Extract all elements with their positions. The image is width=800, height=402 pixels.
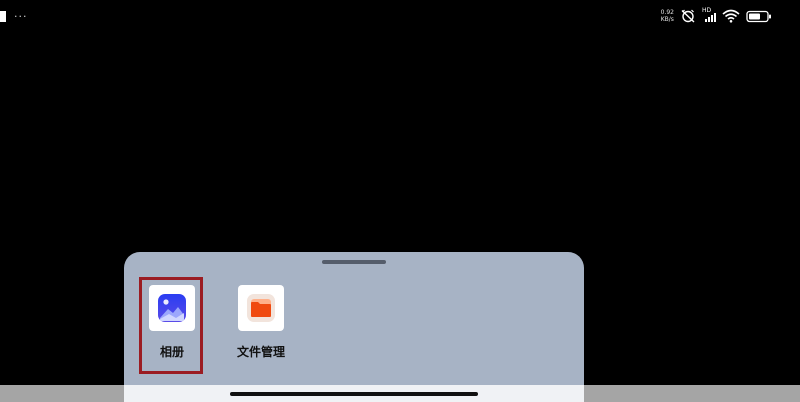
cellular-signal-icon: HD xyxy=(702,7,716,23)
network-speed: 0.92 KB/s xyxy=(661,9,674,23)
wifi-icon xyxy=(722,9,740,23)
network-speed-value: 0.92 xyxy=(660,9,674,16)
status-indicator-square xyxy=(0,11,6,22)
screen: ··· 0.92 KB/s HD 相册 文件管理 xyxy=(0,0,800,402)
status-bar-right: 0.92 KB/s HD xyxy=(661,7,772,23)
home-gesture-bar[interactable] xyxy=(230,392,478,396)
folder-icon xyxy=(246,293,276,323)
file-manager-app-label: 文件管理 xyxy=(236,345,285,359)
app-file-manager[interactable]: 文件管理 xyxy=(221,285,301,360)
file-manager-app-tile[interactable] xyxy=(238,285,284,331)
battery-icon xyxy=(746,10,772,23)
selection-highlight-box xyxy=(139,277,203,374)
network-speed-unit: KB/s xyxy=(660,16,674,23)
sheet-drag-handle[interactable] xyxy=(322,260,386,264)
status-more-dots: ··· xyxy=(14,10,28,23)
alarm-off-icon xyxy=(680,9,696,23)
status-bar-left: ··· xyxy=(0,11,28,22)
